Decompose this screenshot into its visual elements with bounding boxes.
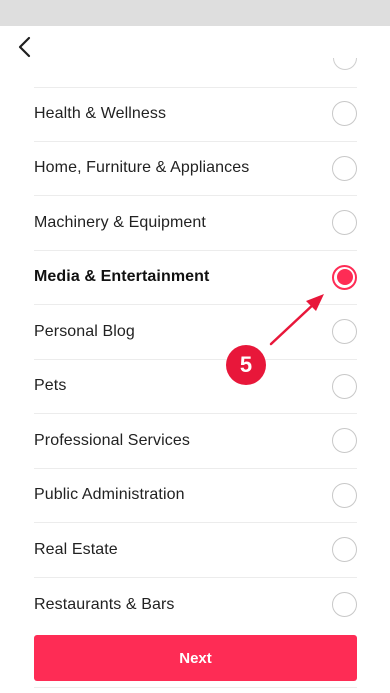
radio-button[interactable] xyxy=(332,155,357,181)
category-item-home-furniture-appliances[interactable]: Home, Furniture & Appliances xyxy=(34,142,357,196)
radio-button[interactable] xyxy=(332,373,357,399)
category-item-media-entertainment[interactable]: Media & Entertainment xyxy=(34,251,357,305)
radio-button[interactable] xyxy=(332,592,357,618)
next-button[interactable]: Next xyxy=(34,635,357,681)
category-label: Health & Wellness xyxy=(34,104,167,122)
radio-button[interactable] xyxy=(332,319,357,345)
category-label: Real Estate xyxy=(34,540,118,558)
category-item-pets[interactable]: Pets xyxy=(34,360,357,414)
radio-button[interactable] xyxy=(332,101,357,127)
list-item-partial xyxy=(34,58,357,88)
chevron-left-icon xyxy=(18,36,31,58)
category-item-public-administration[interactable]: Public Administration xyxy=(34,469,357,523)
category-label: Restaurants & Bars xyxy=(34,595,175,613)
category-item-personal-blog[interactable]: Personal Blog xyxy=(34,305,357,360)
divider xyxy=(34,687,357,688)
radio-dot xyxy=(336,269,353,286)
category-label: Professional Services xyxy=(34,431,190,449)
radio-button[interactable] xyxy=(333,58,357,70)
category-item-restaurants-bars[interactable]: Restaurants & Bars xyxy=(34,578,357,632)
category-item-real-estate[interactable]: Real Estate xyxy=(34,523,357,578)
radio-button[interactable] xyxy=(332,537,357,563)
category-list: Health & Wellness Home, Furniture & Appl… xyxy=(34,58,357,631)
category-label: Pets xyxy=(34,377,67,395)
category-item-health-wellness[interactable]: Health & Wellness xyxy=(34,87,357,142)
category-item-professional-services[interactable]: Professional Services xyxy=(34,414,357,469)
radio-button[interactable] xyxy=(332,428,357,454)
category-label: Home, Furniture & Appliances xyxy=(34,159,250,177)
step-badge: 5 xyxy=(226,345,266,385)
radio-button[interactable] xyxy=(332,210,357,236)
category-label: Public Administration xyxy=(34,486,185,504)
status-bar xyxy=(0,0,390,26)
category-item-machinery-equipment[interactable]: Machinery & Equipment xyxy=(34,196,357,251)
category-label: Personal Blog xyxy=(34,322,135,340)
category-label: Machinery & Equipment xyxy=(34,213,206,231)
radio-button-selected[interactable] xyxy=(332,264,357,290)
category-label: Media & Entertainment xyxy=(34,268,210,286)
radio-button[interactable] xyxy=(332,482,357,508)
